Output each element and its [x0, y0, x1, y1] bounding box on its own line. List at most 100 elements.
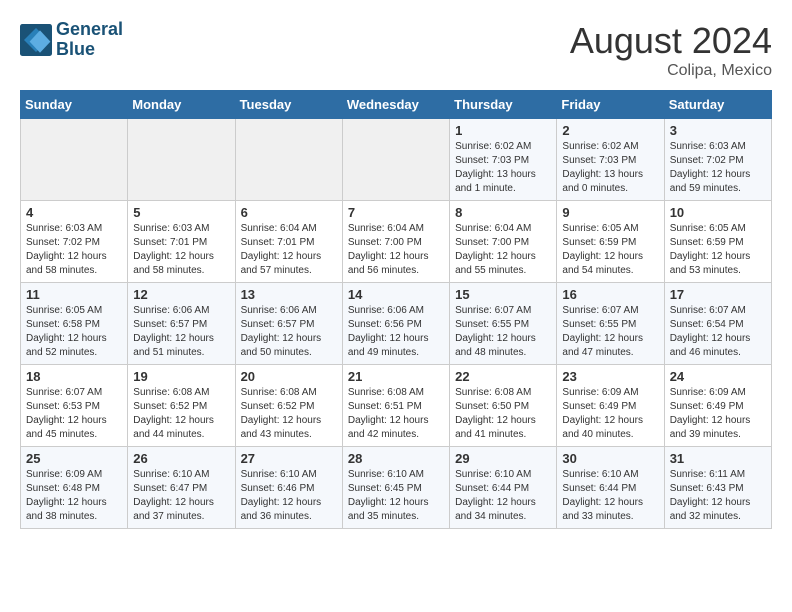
day-header-wednesday: Wednesday [342, 91, 449, 119]
day-number: 1 [455, 123, 551, 138]
day-number: 26 [133, 451, 229, 466]
calendar-cell: 4 Sunrise: 6:03 AM Sunset: 7:02 PM Daylig… [21, 201, 128, 283]
calendar-cell: 24 Sunrise: 6:09 AM Sunset: 6:49 PM Dayli… [664, 365, 771, 447]
location-subtitle: Colipa, Mexico [570, 62, 772, 80]
day-info: Sunrise: 6:08 AM Sunset: 6:52 PM Dayligh… [241, 386, 337, 442]
logo-icon [20, 24, 52, 56]
day-info: Sunrise: 6:05 AM Sunset: 6:58 PM Dayligh… [26, 304, 122, 360]
calendar-header-row: SundayMondayTuesdayWednesdayThursdayFrid… [21, 91, 772, 119]
calendar-cell [342, 119, 449, 201]
day-header-sunday: Sunday [21, 91, 128, 119]
calendar-cell: 29 Sunrise: 6:10 AM Sunset: 6:44 PM Dayli… [450, 447, 557, 529]
month-year-title: August 2024 [570, 20, 772, 62]
day-number: 5 [133, 205, 229, 220]
day-info: Sunrise: 6:07 AM Sunset: 6:53 PM Dayligh… [26, 386, 122, 442]
day-info: Sunrise: 6:08 AM Sunset: 6:50 PM Dayligh… [455, 386, 551, 442]
calendar-cell: 5 Sunrise: 6:03 AM Sunset: 7:01 PM Daylig… [128, 201, 235, 283]
day-info: Sunrise: 6:07 AM Sunset: 6:55 PM Dayligh… [455, 304, 551, 360]
day-number: 24 [670, 369, 766, 384]
day-number: 31 [670, 451, 766, 466]
calendar-cell: 31 Sunrise: 6:11 AM Sunset: 6:43 PM Dayli… [664, 447, 771, 529]
calendar-cell: 23 Sunrise: 6:09 AM Sunset: 6:49 PM Dayli… [557, 365, 664, 447]
day-info: Sunrise: 6:02 AM Sunset: 7:03 PM Dayligh… [455, 140, 551, 196]
day-number: 29 [455, 451, 551, 466]
page-header: General Blue August 2024 Colipa, Mexico [20, 20, 772, 80]
calendar-cell: 16Sunrise: 6:07 AM Sunset: 6:55 PM Dayli… [557, 283, 664, 365]
day-header-friday: Friday [557, 91, 664, 119]
day-info: Sunrise: 6:03 AM Sunset: 7:02 PM Dayligh… [670, 140, 766, 196]
day-header-monday: Monday [128, 91, 235, 119]
calendar-cell: 27 Sunrise: 6:10 AM Sunset: 6:46 PM Dayli… [235, 447, 342, 529]
day-info: Sunrise: 6:03 AM Sunset: 7:02 PM Dayligh… [26, 222, 122, 278]
calendar-week-row: 18 Sunrise: 6:07 AM Sunset: 6:53 PM Dayli… [21, 365, 772, 447]
day-info: Sunrise: 6:07 AM Sunset: 6:54 PM Dayligh… [670, 304, 766, 360]
day-number: 11 [26, 287, 122, 302]
day-info: Sunrise: 6:09 AM Sunset: 6:49 PM Dayligh… [562, 386, 658, 442]
calendar-cell: 11 Sunrise: 6:05 AM Sunset: 6:58 PM Dayli… [21, 283, 128, 365]
day-number: 22 [455, 369, 551, 384]
day-info: Sunrise: 6:04 AM Sunset: 7:01 PM Dayligh… [241, 222, 337, 278]
day-number: 20 [241, 369, 337, 384]
day-info: Sunrise: 6:06 AM Sunset: 6:57 PM Dayligh… [133, 304, 229, 360]
calendar-week-row: 25Sunrise: 6:09 AM Sunset: 6:48 PM Dayli… [21, 447, 772, 529]
day-info: Sunrise: 6:05 AM Sunset: 6:59 PM Dayligh… [562, 222, 658, 278]
day-number: 18 [26, 369, 122, 384]
calendar-cell: 21Sunrise: 6:08 AM Sunset: 6:51 PM Dayli… [342, 365, 449, 447]
calendar-week-row: 1 Sunrise: 6:02 AM Sunset: 7:03 PM Daylig… [21, 119, 772, 201]
calendar-cell: 22 Sunrise: 6:08 AM Sunset: 6:50 PM Dayli… [450, 365, 557, 447]
day-header-saturday: Saturday [664, 91, 771, 119]
calendar-cell: 26Sunrise: 6:10 AM Sunset: 6:47 PM Dayli… [128, 447, 235, 529]
day-number: 21 [348, 369, 444, 384]
calendar-cell: 28 Sunrise: 6:10 AM Sunset: 6:45 PM Dayli… [342, 447, 449, 529]
calendar-week-row: 11 Sunrise: 6:05 AM Sunset: 6:58 PM Dayli… [21, 283, 772, 365]
calendar-cell: 1 Sunrise: 6:02 AM Sunset: 7:03 PM Daylig… [450, 119, 557, 201]
day-number: 6 [241, 205, 337, 220]
day-number: 9 [562, 205, 658, 220]
day-info: Sunrise: 6:10 AM Sunset: 6:46 PM Dayligh… [241, 468, 337, 524]
logo-text: General Blue [56, 20, 123, 60]
calendar-week-row: 4 Sunrise: 6:03 AM Sunset: 7:02 PM Daylig… [21, 201, 772, 283]
day-number: 16 [562, 287, 658, 302]
calendar-cell: 6 Sunrise: 6:04 AM Sunset: 7:01 PM Daylig… [235, 201, 342, 283]
day-info: Sunrise: 6:02 AM Sunset: 7:03 PM Dayligh… [562, 140, 658, 196]
day-number: 27 [241, 451, 337, 466]
day-info: Sunrise: 6:09 AM Sunset: 6:49 PM Dayligh… [670, 386, 766, 442]
calendar-cell: 8Sunrise: 6:04 AM Sunset: 7:00 PM Daylig… [450, 201, 557, 283]
day-number: 30 [562, 451, 658, 466]
calendar-cell: 30 Sunrise: 6:10 AM Sunset: 6:44 PM Dayli… [557, 447, 664, 529]
day-info: Sunrise: 6:05 AM Sunset: 6:59 PM Dayligh… [670, 222, 766, 278]
day-number: 15 [455, 287, 551, 302]
day-number: 28 [348, 451, 444, 466]
calendar-cell: 17Sunrise: 6:07 AM Sunset: 6:54 PM Dayli… [664, 283, 771, 365]
day-info: Sunrise: 6:10 AM Sunset: 6:44 PM Dayligh… [455, 468, 551, 524]
calendar-cell: 15 Sunrise: 6:07 AM Sunset: 6:55 PM Dayli… [450, 283, 557, 365]
day-number: 13 [241, 287, 337, 302]
calendar-cell: 12 Sunrise: 6:06 AM Sunset: 6:57 PM Dayli… [128, 283, 235, 365]
day-info: Sunrise: 6:06 AM Sunset: 6:57 PM Dayligh… [241, 304, 337, 360]
day-info: Sunrise: 6:10 AM Sunset: 6:45 PM Dayligh… [348, 468, 444, 524]
day-info: Sunrise: 6:10 AM Sunset: 6:44 PM Dayligh… [562, 468, 658, 524]
title-block: August 2024 Colipa, Mexico [570, 20, 772, 80]
calendar-cell: 18 Sunrise: 6:07 AM Sunset: 6:53 PM Dayli… [21, 365, 128, 447]
day-info: Sunrise: 6:06 AM Sunset: 6:56 PM Dayligh… [348, 304, 444, 360]
day-header-thursday: Thursday [450, 91, 557, 119]
calendar-cell: 14Sunrise: 6:06 AM Sunset: 6:56 PM Dayli… [342, 283, 449, 365]
calendar-cell: 19Sunrise: 6:08 AM Sunset: 6:52 PM Dayli… [128, 365, 235, 447]
day-info: Sunrise: 6:04 AM Sunset: 7:00 PM Dayligh… [348, 222, 444, 278]
day-info: Sunrise: 6:04 AM Sunset: 7:00 PM Dayligh… [455, 222, 551, 278]
calendar-cell [21, 119, 128, 201]
calendar-cell: 3Sunrise: 6:03 AM Sunset: 7:02 PM Daylig… [664, 119, 771, 201]
calendar-cell: 20 Sunrise: 6:08 AM Sunset: 6:52 PM Dayli… [235, 365, 342, 447]
calendar-cell [235, 119, 342, 201]
calendar-cell [128, 119, 235, 201]
day-number: 4 [26, 205, 122, 220]
calendar-cell: 7 Sunrise: 6:04 AM Sunset: 7:00 PM Daylig… [342, 201, 449, 283]
calendar-cell: 9 Sunrise: 6:05 AM Sunset: 6:59 PM Daylig… [557, 201, 664, 283]
day-number: 23 [562, 369, 658, 384]
calendar-cell: 10Sunrise: 6:05 AM Sunset: 6:59 PM Dayli… [664, 201, 771, 283]
day-number: 12 [133, 287, 229, 302]
day-info: Sunrise: 6:03 AM Sunset: 7:01 PM Dayligh… [133, 222, 229, 278]
day-number: 7 [348, 205, 444, 220]
day-info: Sunrise: 6:09 AM Sunset: 6:48 PM Dayligh… [26, 468, 122, 524]
day-info: Sunrise: 6:11 AM Sunset: 6:43 PM Dayligh… [670, 468, 766, 524]
